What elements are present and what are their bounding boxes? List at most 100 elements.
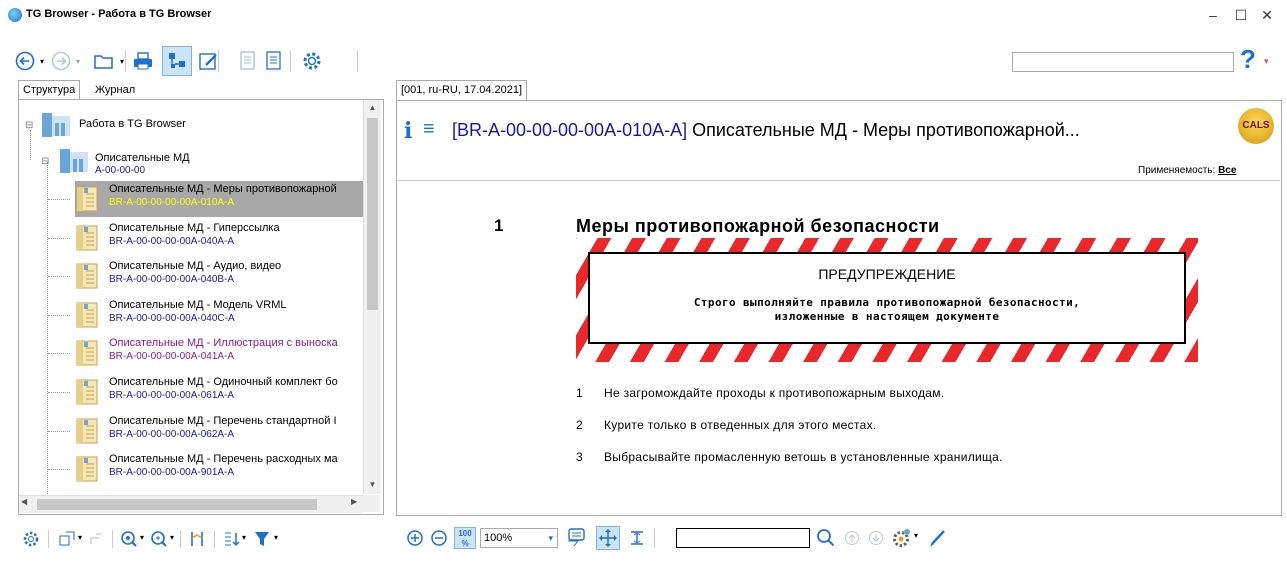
search-icon[interactable] [816,528,836,548]
pan-icon [599,529,617,547]
scroll-left-icon[interactable]: ◀ [21,497,27,506]
zoom-out-icon[interactable] [430,529,448,547]
viewer-toolbar: 100 % 100% ▾ ▾ [404,524,1024,552]
zoom-fit-dropdown-icon[interactable]: ▾ [170,533,174,542]
zoom-fit-icon[interactable] [150,530,168,548]
zoom-in-icon[interactable] [406,529,424,547]
tree-item-code: BR-A-00-00-00-00A-062A-A [109,428,235,440]
paragraph-text: Выбрасывайте промасленную ветошь в устан… [604,450,1003,464]
tree-item-code: BR-A-00-00-00-00A-040C-A [109,312,235,324]
applicability-value[interactable]: Все [1218,165,1236,176]
tree-item-label: Описательные МД - Модель VRML [109,298,287,311]
tree-vertical-scrollbar[interactable]: ▲ ▼ [363,100,381,494]
paragraph-text: Не загромождайте проходы к противопожарн… [604,386,945,400]
data-module-icon [76,225,98,251]
printer-icon [134,52,152,70]
sort-dropdown-icon[interactable]: ▾ [242,533,246,542]
forward-button[interactable] [50,46,72,76]
tree-item-code: BR-A-00-00-00-00A-901A-A [109,467,235,479]
tree-line [48,276,70,278]
search-settings-dropdown-icon[interactable]: ▾ [914,531,918,540]
applicability-label: Применяемость: [1138,165,1216,176]
settings-button[interactable] [298,46,326,76]
structure-toggle-button[interactable] [162,46,192,76]
next-document-button[interactable] [262,46,286,76]
gear-icon[interactable] [22,530,40,548]
tree-item-label: Описательные МД - Одиночный комплект бо [109,376,338,388]
filter-icon[interactable] [254,530,270,548]
horizontal-scroll-thumb[interactable] [37,499,317,510]
collapse-tree-icon[interactable] [88,530,104,548]
fit-page-icon[interactable] [628,529,646,547]
zoom-select[interactable]: 100% ▾ [480,528,558,548]
tree-item[interactable]: Описательные МД - Аудио, видео BR-A-00-00… [48,258,367,294]
search-settings-icon[interactable] [890,527,912,549]
cals-logo: CALS [1238,108,1274,144]
folder-expander-icon[interactable]: ⊟ [41,156,49,167]
info-icon[interactable]: i [404,118,412,144]
pan-button[interactable] [596,526,620,550]
tree-item[interactable]: Описательные МД - Перечень стандартной I… [48,413,367,449]
close-button[interactable]: ✕ [1252,5,1282,25]
minimize-button[interactable]: – [1198,5,1228,25]
toolbar-separator [112,530,113,548]
open-dropdown-icon[interactable]: ▾ [116,46,128,76]
document-tab[interactable]: [001, ru-RU, 17.04.2021] [396,80,528,101]
tree-item-label: Описательные МД - Перечень стандартной I [109,414,337,427]
help-dropdown-icon[interactable]: ▾ [1264,56,1269,67]
folder-open-icon [94,55,113,69]
scroll-up-icon[interactable]: ▲ [365,101,380,115]
filter-dropdown-icon[interactable]: ▾ [274,533,278,542]
annotations-icon[interactable] [566,527,588,549]
tree-item-label: Описательные МД - Гиперссылка [109,221,280,234]
tree-item[interactable]: Описательные МД - Перечень расходных ма B… [48,451,367,487]
print-button[interactable] [130,46,156,76]
tree-item[interactable]: Описательные МД - Модель VRML BR-A-00-00-… [48,297,367,333]
tree-line [48,314,70,316]
section-number: 1 [494,216,504,235]
search-next-icon[interactable] [868,530,884,546]
highlighter-icon[interactable] [928,527,948,547]
tree-item[interactable]: Описательные МД - Гиперссылка BR-A-00-00-… [48,220,367,256]
expand-dropdown-icon[interactable]: ▾ [78,533,82,542]
back-button[interactable] [14,46,36,76]
tree-item[interactable]: Описательные МД - Иллюстрация с выноска B… [48,335,367,371]
scroll-right-icon[interactable]: ▶ [351,497,357,506]
tree-line [30,130,31,160]
toolbar-separator [357,50,358,72]
tree-item[interactable]: Описательные МД - Меры противопожарной BR… [48,181,367,217]
help-icon[interactable]: ? [1240,44,1256,75]
document-heading: [BR-A-00-00-00-00A-010A-A] Описательные … [452,120,1080,141]
sync-tree-icon[interactable] [188,530,206,548]
publication-icon [42,113,70,137]
document-search-input[interactable] [676,528,810,548]
tab-structure[interactable]: Структура [18,80,81,99]
tree-structure-icon [169,53,185,68]
vertical-scroll-thumb[interactable] [367,118,378,310]
zoom-search-icon[interactable] [120,530,138,548]
tree-item-label: Описательные МД - Аудио, видео [109,260,282,273]
sort-icon[interactable] [222,530,240,548]
tree-line [48,469,70,471]
actual-size-button[interactable]: 100 % [454,527,476,549]
section-title: Меры противопожарной безопасности [576,216,940,236]
warning-line-1: Строго выполняйте правила противопожарно… [693,296,1081,309]
search-prev-icon[interactable] [844,530,860,546]
menu-icon[interactable]: ≡ [423,118,435,141]
data-module-icon [76,379,98,405]
tree-line [48,199,70,200]
open-button[interactable] [92,46,116,76]
zoom-dropdown-icon[interactable]: ▾ [140,533,144,542]
toolbar-search-input[interactable] [1012,52,1234,72]
tree-item-code: BR-A-00-00-00-00A-040B-A [109,274,235,286]
tab-journal[interactable]: Журнал [91,81,139,99]
back-dropdown-icon[interactable]: ▾ [36,46,48,76]
scroll-down-icon[interactable]: ▼ [365,478,380,492]
expand-tree-icon[interactable] [58,530,76,548]
tree-horizontal-scrollbar[interactable]: ◀ ▶ [19,495,363,513]
folder-code: A-00-00-00 [95,165,146,176]
toolbar-separator [125,50,126,72]
forward-dropdown-icon[interactable]: ▾ [72,46,84,76]
tree-item[interactable]: Описательные МД - Одиночный комплект бо B… [48,374,367,410]
prev-document-button[interactable] [236,46,260,76]
